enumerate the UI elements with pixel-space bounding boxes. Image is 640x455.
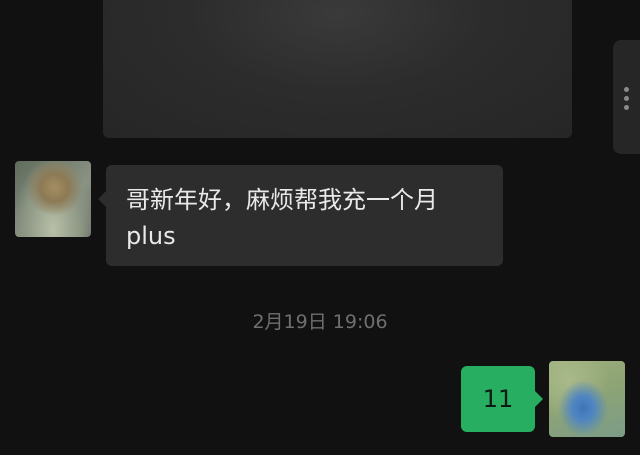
chat-window: 哥新年好，麻烦帮我充一个月plus 2月19日 19:06 11 bbox=[0, 0, 640, 455]
side-panel-handle[interactable] bbox=[613, 40, 640, 154]
blurred-image-message[interactable] bbox=[103, 0, 572, 138]
incoming-message-bubble[interactable]: 哥新年好，麻烦帮我充一个月plus bbox=[98, 165, 503, 266]
outgoing-message-bubble[interactable]: 11 bbox=[461, 366, 543, 432]
user-avatar[interactable] bbox=[549, 361, 625, 437]
more-vertical-icon[interactable] bbox=[624, 87, 630, 114]
message-timestamp: 2月19日 19:06 bbox=[252, 311, 388, 333]
contact-avatar[interactable] bbox=[15, 161, 91, 237]
outgoing-message-text: 11 bbox=[482, 385, 514, 413]
incoming-message-text: 哥新年好，麻烦帮我充一个月plus bbox=[126, 186, 438, 250]
